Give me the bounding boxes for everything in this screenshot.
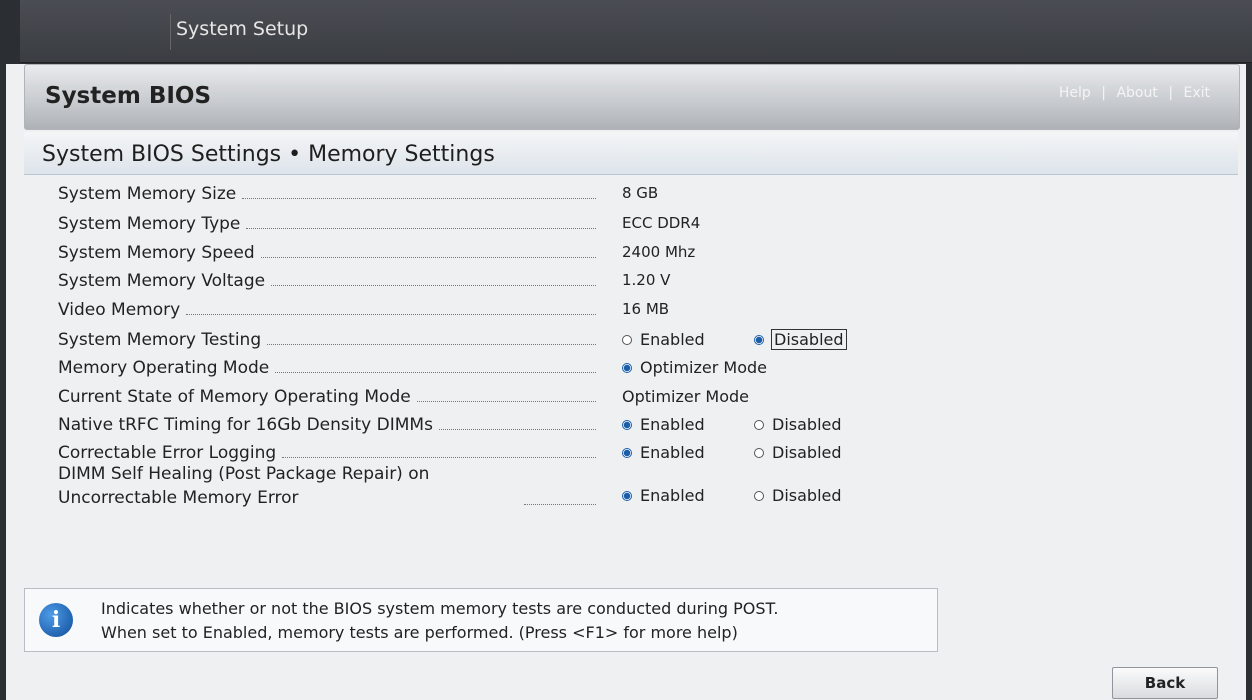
- section-bar: System BIOS Settings • Memory Settings: [24, 132, 1238, 175]
- trfc-disabled-radio[interactable]: Disabled: [754, 415, 842, 434]
- setting-value: 2400 Mhz: [622, 243, 696, 261]
- setting-row-video-memory: Video Memory 16 MB: [6, 294, 1246, 324]
- leader-dots: [186, 313, 596, 315]
- page-title: System BIOS: [45, 83, 212, 109]
- bios-header: System BIOS Help | About | Exit: [24, 64, 1240, 130]
- help-info-box: i Indicates whether or not the BIOS syst…: [24, 588, 938, 652]
- setting-row-memory-testing: System Memory Testing Enabled Disabled: [6, 324, 1246, 354]
- optimizer-mode-radio[interactable]: Optimizer Mode: [622, 358, 767, 377]
- leader-dots: [271, 284, 596, 286]
- setting-row-trfc-timing: Native tRFC Timing for 16Gb Density DIMM…: [6, 409, 1246, 439]
- memory-testing-enabled-radio[interactable]: Enabled: [622, 330, 705, 349]
- radio-selected-icon: [622, 419, 632, 430]
- setting-label: System Memory Voltage: [58, 271, 266, 291]
- help-link[interactable]: Help: [1059, 85, 1091, 101]
- back-button[interactable]: Back: [1112, 667, 1218, 699]
- setting-label: System Memory Type: [58, 214, 241, 234]
- error-logging-disabled-radio[interactable]: Disabled: [754, 443, 842, 462]
- setting-row-memory-voltage: System Memory Voltage 1.20 V: [6, 265, 1246, 295]
- help-text: Indicates whether or not the BIOS system…: [101, 597, 778, 645]
- radio-circle-icon: [754, 419, 764, 430]
- radio-circle-icon: [754, 447, 764, 458]
- setting-row-memory-type: System Memory Type ECC DDR4: [6, 208, 1246, 238]
- link-separator: |: [1101, 85, 1106, 101]
- setting-value: Optimizer Mode: [622, 387, 749, 406]
- radio-selected-icon: [622, 447, 632, 458]
- self-healing-disabled-radio[interactable]: Disabled: [754, 486, 842, 505]
- help-text-line: Indicates whether or not the BIOS system…: [101, 599, 779, 618]
- setting-label: Video Memory: [58, 300, 181, 320]
- setting-row-memory-speed: System Memory Speed 2400 Mhz: [6, 237, 1246, 267]
- about-link[interactable]: About: [1116, 85, 1157, 101]
- app-title: System Setup: [176, 18, 309, 40]
- setting-label: DIMM Self Healing (Post Package Repair) …: [58, 464, 430, 508]
- setting-value: ECC DDR4: [622, 214, 701, 232]
- radio-selected-icon: [754, 334, 764, 345]
- link-separator: |: [1168, 85, 1174, 101]
- exit-link[interactable]: Exit: [1183, 85, 1210, 101]
- setting-value: 1.20 V: [622, 271, 671, 289]
- top-bar: System Setup: [20, 0, 1252, 63]
- setting-label: Current State of Memory Operating Mode: [58, 387, 411, 407]
- leader-dots: [416, 400, 596, 402]
- bios-window: System BIOS Help | About | Exit System B…: [6, 64, 1246, 700]
- radio-circle-icon: [622, 334, 632, 345]
- setting-label: System Memory Speed: [58, 243, 255, 263]
- setting-row-current-mode: Current State of Memory Operating Mode O…: [6, 381, 1246, 411]
- setting-row-operating-mode: Memory Operating Mode Optimizer Mode: [6, 352, 1246, 382]
- setting-label: Correctable Error Logging: [58, 443, 277, 463]
- help-text-line: When set to Enabled, memory tests are pe…: [101, 623, 738, 642]
- radio-selected-icon: [622, 490, 632, 501]
- setting-label: System Memory Size: [58, 184, 237, 204]
- leader-dots: [242, 197, 596, 199]
- self-healing-enabled-radio[interactable]: Enabled: [622, 486, 705, 505]
- setting-label: Memory Operating Mode: [58, 358, 270, 378]
- leader-dots: [260, 256, 596, 258]
- leader-dots: [438, 428, 596, 430]
- leader-dots: [275, 371, 596, 373]
- radio-selected-icon: [622, 362, 632, 373]
- leader-dots: [282, 456, 596, 458]
- setting-row-memory-size: System Memory Size 8 GB: [6, 178, 1246, 208]
- setting-row-self-healing: DIMM Self Healing (Post Package Repair) …: [6, 462, 1246, 512]
- leader-dots: [267, 343, 596, 345]
- setting-label: Native tRFC Timing for 16Gb Density DIMM…: [58, 415, 433, 435]
- error-logging-enabled-radio[interactable]: Enabled: [622, 443, 705, 462]
- memory-testing-disabled-radio[interactable]: Disabled: [754, 329, 847, 350]
- leader-dots: [524, 503, 596, 505]
- leader-dots: [246, 227, 596, 229]
- section-title: System BIOS Settings • Memory Settings: [42, 142, 495, 167]
- trfc-enabled-radio[interactable]: Enabled: [622, 415, 705, 434]
- header-links: Help | About | Exit: [1056, 85, 1213, 101]
- setting-value: 8 GB: [622, 184, 659, 202]
- info-icon: i: [39, 603, 73, 637]
- setting-value: 16 MB: [622, 300, 670, 318]
- radio-circle-icon: [754, 490, 764, 501]
- setting-label: System Memory Testing: [58, 330, 262, 350]
- top-bar-divider: [170, 14, 171, 50]
